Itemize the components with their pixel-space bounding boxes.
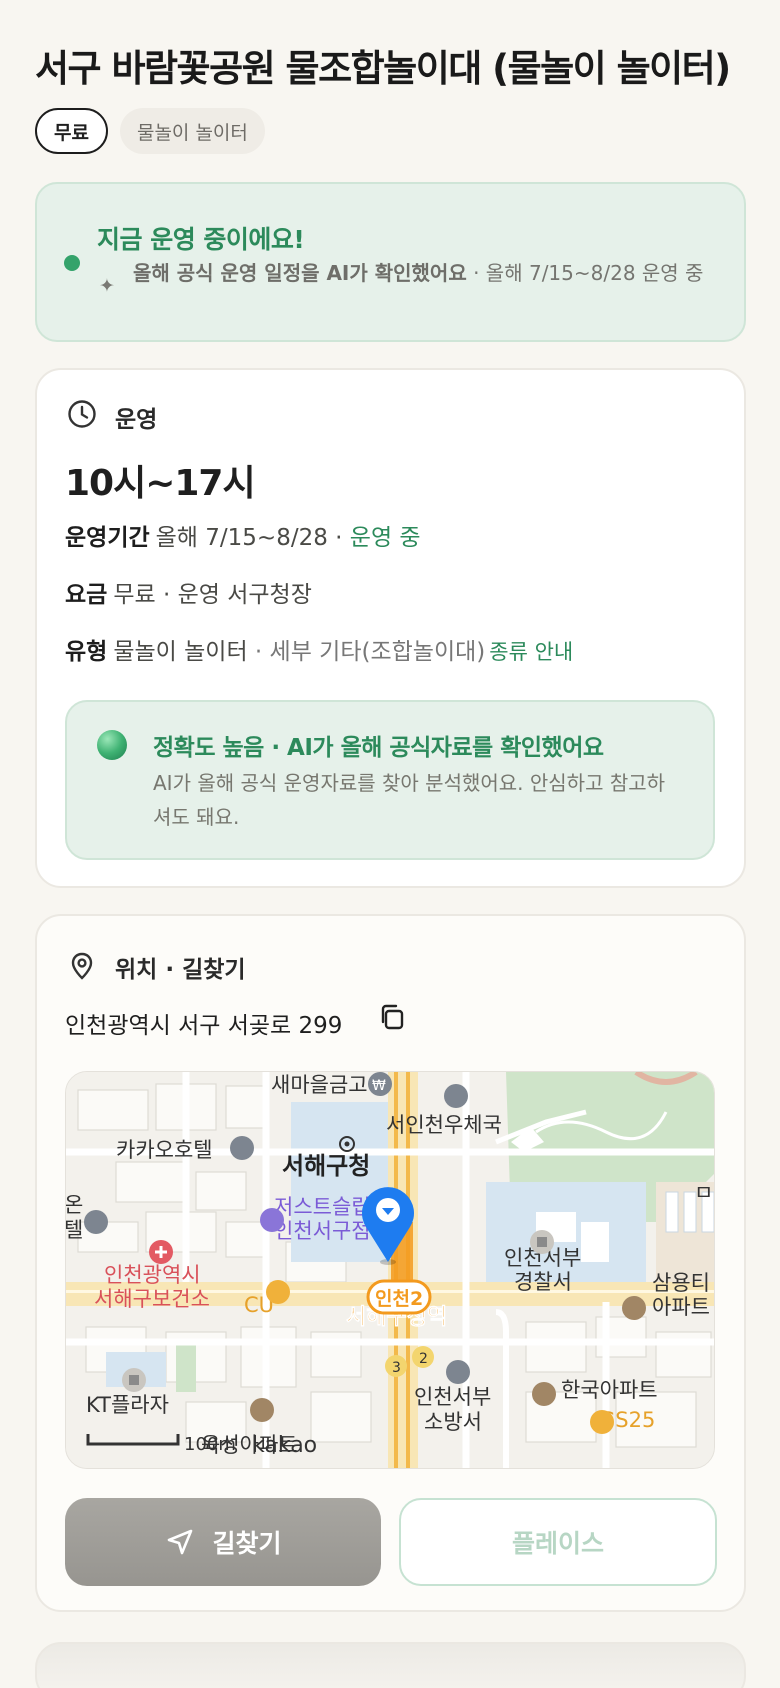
map-label-health-a: 인천광역시 xyxy=(104,1263,201,1287)
map-label-apartment-b: 아파트 xyxy=(652,1295,710,1319)
fee-value: 무료 · 운영 서구청장 xyxy=(113,582,312,608)
map-station-badge: 인천2 xyxy=(375,1288,423,1310)
status-subtitle: 올해 공식 운영 일정을 AI가 확인했어요 · 올해 7/15~8/28 운영… xyxy=(133,259,723,288)
map-label-gu-office: 서해구청 xyxy=(282,1152,370,1180)
map-label-fire-b: 소방서 xyxy=(424,1410,482,1434)
map-kakao-logo: kakao xyxy=(252,1433,317,1458)
page-title: 서구 바람꽃공원 물조합놀이대 (물놀이 놀이터) xyxy=(35,47,731,90)
chip-free[interactable]: 무료 xyxy=(35,108,108,154)
map-exit-3: 3 xyxy=(392,1360,401,1376)
location-section-title: 위치 · 길찾기 xyxy=(115,957,246,983)
map-label-bank: 새마을금고 xyxy=(271,1073,368,1097)
period-status: 운영 중 xyxy=(349,525,421,551)
map-label-edge-right: ㅁ xyxy=(694,1181,713,1205)
status-sub-rest: · 올해 7/15~8/28 운영 중 xyxy=(466,261,704,285)
accuracy-title: 정확도 높음 · AI가 올해 공식자료를 확인했어요 xyxy=(153,735,604,761)
operation-card: 운영 10시~17시 운영기간 올해 7/15~8/28 · 운영 중 요금 무료 … xyxy=(35,368,746,888)
map-label-police-b: 경찰서 xyxy=(514,1270,572,1294)
tag-chips: 무료 물놀이 놀이터 xyxy=(35,108,265,154)
chip-type[interactable]: 물놀이 놀이터 xyxy=(119,108,265,154)
map-label-edge-left-a: 온 xyxy=(66,1193,83,1217)
type-detail: · 세부 기타(조합놀이대) xyxy=(247,639,486,665)
map-label-hotel2-b: 인천서구점 xyxy=(274,1219,371,1243)
map-view[interactable]: 새마을금고 서인천우체국 카카오호텔 온 텔 인천서부 경찰서 삼용티 아파트 … xyxy=(65,1071,715,1469)
operation-section-title: 운영 xyxy=(115,407,158,433)
fee-label: 요금 xyxy=(65,582,108,608)
fee-row: 요금 무료 · 운영 서구청장 xyxy=(65,575,312,609)
map-label-post-office: 서인천우체국 xyxy=(386,1113,502,1137)
operating-hours: 10시~17시 xyxy=(65,463,256,504)
period-label: 운영기간 xyxy=(65,525,150,551)
map-label-fire-a: 인천서부 xyxy=(414,1385,491,1409)
status-banner: 지금 운영 중이에요! ✦ 올해 공식 운영 일정을 AI가 확인했어요 · 올… xyxy=(35,182,746,342)
route-button[interactable]: 길찾기 xyxy=(65,1498,381,1586)
accuracy-description: AI가 올해 공식 운영자료를 찾아 분석했어요. 안심하고 참고하셔도 돼요. xyxy=(153,771,666,829)
map-label-kakao-hotel: 카카오호텔 xyxy=(116,1138,213,1162)
place-button[interactable]: 플레이스 xyxy=(399,1498,717,1586)
location-card: 위치 · 길찾기 인천광역시 서구 서곶로 299 새마을금고 서인천우체국 카… xyxy=(35,914,746,1612)
type-value: 물놀이 놀이터 xyxy=(113,639,248,665)
copy-icon[interactable] xyxy=(377,1002,407,1032)
type-guide-link[interactable]: 종류 안내 xyxy=(489,640,573,664)
route-button-label: 길찾기 xyxy=(212,1529,282,1558)
location-pin-icon xyxy=(71,952,93,980)
map-label-edge-left-b: 텔 xyxy=(66,1218,83,1242)
sparkle-icon: ✦ xyxy=(99,275,115,297)
period-value: 올해 7/15~8/28 · xyxy=(155,525,350,551)
svg-text:₩: ₩ xyxy=(372,1078,386,1094)
map-scale: 100m xyxy=(184,1434,236,1455)
accuracy-box: 정확도 높음 · AI가 올해 공식자료를 확인했어요 AI가 올해 공식 운영… xyxy=(65,700,715,860)
map-label-hankook-apt: 한국아파트 xyxy=(561,1378,658,1402)
address-text: 인천광역시 서구 서곶로 299 xyxy=(65,1013,343,1039)
accuracy-orb-icon xyxy=(97,730,127,760)
next-card-peek xyxy=(35,1642,746,1688)
map-label-apartment-a: 삼용티 xyxy=(652,1271,710,1295)
status-title: 지금 운영 중이에요! xyxy=(97,225,305,254)
map-label-health-b: 서해구보건소 xyxy=(94,1287,210,1311)
navigation-arrow-icon xyxy=(168,1529,193,1555)
status-sub-bold: 올해 공식 운영 일정을 AI가 확인했어요 xyxy=(133,261,467,285)
map-label-kt-plaza: KT플라자 xyxy=(86,1393,169,1417)
type-row: 유형 물놀이 놀이터 · 세부 기타(조합놀이대) 종류 안내 xyxy=(65,632,573,666)
period-row: 운영기간 올해 7/15~8/28 · 운영 중 xyxy=(65,518,421,552)
place-button-label: 플레이스 xyxy=(511,1529,604,1558)
map-exit-2: 2 xyxy=(419,1351,428,1367)
type-label: 유형 xyxy=(65,639,108,665)
status-dot xyxy=(64,255,80,271)
clock-icon xyxy=(68,400,96,428)
